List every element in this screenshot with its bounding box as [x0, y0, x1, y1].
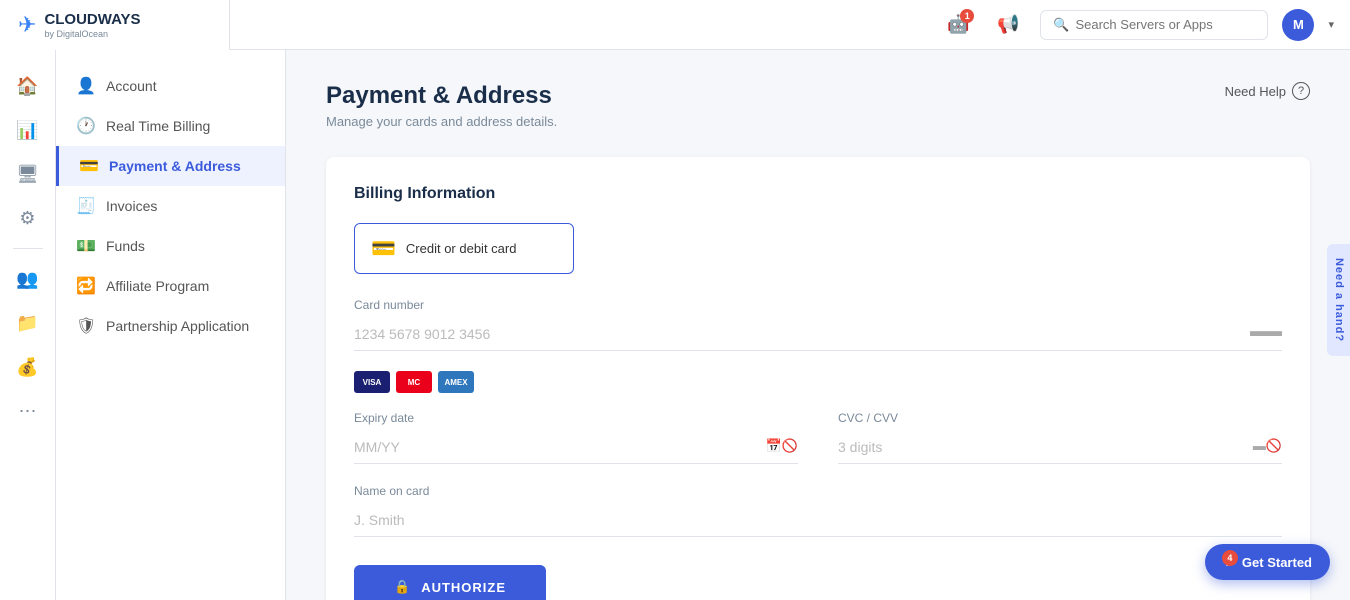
cvc-label: CVC / CVV [838, 411, 1282, 425]
card-logos: VISA MC AMEX [354, 371, 1282, 393]
sidebar-divider [13, 248, 43, 249]
nav-partnership-label: Partnership Application [106, 318, 249, 334]
get-started-icon-wrap: ✈ 4 [1223, 554, 1234, 570]
nav-billing-label: Real Time Billing [106, 118, 210, 134]
help-circle-icon: ? [1292, 82, 1310, 100]
calendar-icon: 📅🚫 [766, 438, 798, 454]
logo-text: CLOUDWAYS [44, 11, 140, 28]
search-bar[interactable]: 🔍 [1040, 10, 1268, 40]
nav-partnership[interactable]: 🛡 Partnership Application [56, 306, 285, 346]
search-input[interactable] [1075, 17, 1255, 32]
mastercard-logo: MC [396, 371, 432, 393]
account-icon: 👤 [76, 76, 96, 96]
sidebar-icon-team[interactable]: 👥 [8, 259, 48, 299]
payment-icon: 💳 [79, 156, 99, 176]
avatar-chevron-icon[interactable]: ▾ [1328, 18, 1334, 31]
get-started-label: Get Started [1242, 555, 1312, 570]
sidebar-icon-billing[interactable]: 💰 [8, 347, 48, 387]
card-number-field: Card number ▬▬ [354, 298, 1282, 351]
affiliate-icon: 🔁 [76, 276, 96, 296]
topbar: ✈ CLOUDWAYS by DigitalOcean 🤖 1 📢 🔍 M ▾ [0, 0, 1350, 50]
amex-logo: AMEX [438, 371, 474, 393]
topbar-right: 🤖 1 📢 🔍 M ▾ [230, 7, 1350, 43]
main-content: Payment & Address Manage your cards and … [286, 50, 1350, 600]
nav-payment-address[interactable]: 💳 Payment & Address [56, 146, 285, 186]
page-title-group: Payment & Address Manage your cards and … [326, 82, 557, 129]
icon-sidebar: 🏠 📊 🖥 ⚙ 👥 📁 💰 ⋯ [0, 50, 56, 600]
credit-card-icon: 💳 [371, 236, 396, 261]
get-started-badge: 4 [1222, 550, 1238, 566]
billing-card: Billing Information 💳 Credit or debit ca… [326, 157, 1310, 600]
cvc-wrapper: ▬🚫 [838, 431, 1282, 464]
visa-logo: VISA [354, 371, 390, 393]
logo: ✈ CLOUDWAYS by DigitalOcean [0, 0, 230, 50]
card-number-wrapper: ▬▬ [354, 318, 1282, 351]
expiry-input[interactable] [354, 431, 798, 464]
announcements-button[interactable]: 📢 [990, 7, 1026, 43]
nav-payment-label: Payment & Address [109, 158, 241, 174]
nav-funds[interactable]: 💵 Funds [56, 226, 285, 266]
name-input[interactable] [354, 504, 1282, 537]
nav-sidebar: 👤 Account 🕐 Real Time Billing 💳 Payment … [56, 50, 286, 600]
billing-clock-icon: 🕐 [76, 116, 96, 136]
sidebar-icon-dashboard[interactable]: 📊 [8, 110, 48, 150]
get-started-button[interactable]: ✈ 4 Get Started [1205, 544, 1330, 580]
funds-icon: 💵 [76, 236, 96, 256]
card-type-icon: ▬▬ [1250, 323, 1282, 341]
need-help-button[interactable]: Need Help ? [1225, 82, 1310, 100]
notification-badge: 1 [960, 9, 974, 23]
payment-method-selector[interactable]: 💳 Credit or debit card [354, 223, 574, 274]
name-field: Name on card [354, 484, 1282, 537]
authorize-label: AUTHORIZE [421, 580, 506, 595]
invoices-icon: 🧾 [76, 196, 96, 216]
lock-icon: 🔒 [394, 579, 411, 595]
cvc-field: CVC / CVV ▬🚫 [838, 411, 1282, 464]
sidebar-icon-more[interactable]: ⋯ [8, 391, 48, 431]
billing-section-title: Billing Information [354, 185, 1282, 203]
side-help-panel[interactable]: Need a hand? [1327, 244, 1350, 356]
payment-method-label: Credit or debit card [406, 241, 517, 256]
nav-real-time-billing[interactable]: 🕐 Real Time Billing [56, 106, 285, 146]
expiry-label: Expiry date [354, 411, 798, 425]
search-icon: 🔍 [1053, 17, 1069, 33]
authorize-button[interactable]: 🔒 AUTHORIZE [354, 565, 546, 600]
page-header: Payment & Address Manage your cards and … [326, 82, 1310, 129]
sidebar-icon-files[interactable]: 📁 [8, 303, 48, 343]
card-number-input[interactable] [354, 318, 1282, 351]
name-label: Name on card [354, 484, 1282, 498]
sidebar-icon-apps[interactable]: ⚙ [8, 198, 48, 238]
notifications-button[interactable]: 🤖 1 [940, 7, 976, 43]
cvc-input[interactable] [838, 431, 1282, 464]
expiry-wrapper: 📅🚫 [354, 431, 798, 464]
expiry-cvc-row: Expiry date 📅🚫 CVC / CVV ▬🚫 [354, 411, 1282, 484]
page-title: Payment & Address [326, 82, 557, 110]
nav-invoices-label: Invoices [106, 198, 157, 214]
logo-icon: ✈ [18, 12, 36, 38]
card-number-label: Card number [354, 298, 1282, 312]
page-subtitle: Manage your cards and address details. [326, 114, 557, 129]
avatar-button[interactable]: M [1282, 9, 1314, 41]
logo-sub: by DigitalOcean [44, 29, 140, 39]
nav-invoices[interactable]: 🧾 Invoices [56, 186, 285, 226]
need-help-label: Need Help [1225, 84, 1286, 99]
sidebar-icon-servers[interactable]: 🖥 [8, 154, 48, 194]
nav-account-label: Account [106, 78, 157, 94]
cvc-icon: ▬🚫 [1253, 438, 1282, 454]
sidebar-icon-home[interactable]: 🏠 [8, 66, 48, 106]
nav-affiliate-label: Affiliate Program [106, 278, 209, 294]
partnership-icon: 🛡 [76, 316, 96, 336]
nav-affiliate[interactable]: 🔁 Affiliate Program [56, 266, 285, 306]
nav-account[interactable]: 👤 Account [56, 66, 285, 106]
nav-funds-label: Funds [106, 238, 145, 254]
expiry-field: Expiry date 📅🚫 [354, 411, 798, 464]
